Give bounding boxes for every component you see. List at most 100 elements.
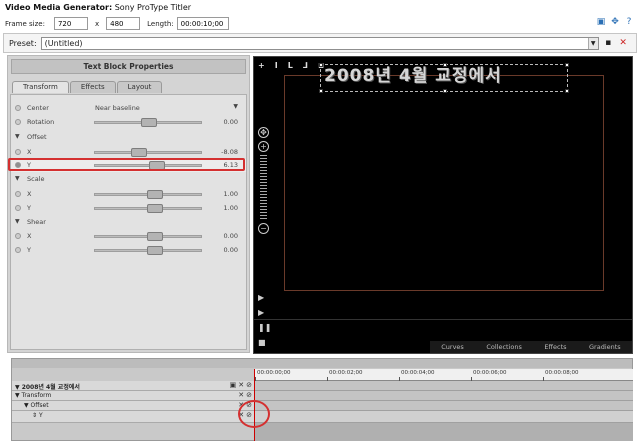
rotation-slider[interactable] <box>94 118 202 127</box>
help-icon[interactable]: ? <box>624 17 634 27</box>
scale-x-value[interactable]: 1.00 <box>224 190 238 198</box>
lane[interactable] <box>255 401 633 411</box>
offset-label: Offset <box>27 133 47 141</box>
text-selection-box[interactable] <box>319 63 569 93</box>
resize-handle[interactable] <box>319 63 323 67</box>
length-label: Length: <box>147 19 174 28</box>
zoom-slider[interactable] <box>260 155 267 220</box>
align-left-icon[interactable]: L <box>288 61 293 70</box>
tab-effects[interactable]: Effects <box>544 343 566 351</box>
preview-bottom-tabs: Curves Collections Effects Gradients <box>430 341 632 353</box>
layer-icon[interactable]: ▣ <box>230 381 237 389</box>
save-preset-icon[interactable]: ▪ <box>603 38 614 49</box>
lane[interactable] <box>255 411 633 423</box>
zoom-in-icon[interactable]: + <box>258 141 269 152</box>
offset-x-slider[interactable] <box>94 148 202 157</box>
scale-y-value[interactable]: 1.00 <box>224 204 238 212</box>
stop-icon[interactable]: ■ <box>258 335 271 350</box>
timeline-scrollbar[interactable] <box>12 359 632 368</box>
offset-x-value[interactable]: -8.08 <box>221 148 238 156</box>
rotation-value[interactable]: 0.00 <box>224 118 238 126</box>
slider-thumb[interactable] <box>147 232 163 241</box>
add-text-icon[interactable]: + <box>258 61 265 70</box>
tab-gradients[interactable]: Gradients <box>589 343 621 351</box>
shear-group[interactable]: ▼ Shear <box>11 216 246 229</box>
scale-y-label: Y <box>27 204 31 212</box>
scale-y-slider[interactable] <box>94 204 202 213</box>
align-right-icon[interactable]: ⅃ <box>303 61 308 70</box>
shear-y-slider[interactable] <box>94 246 202 255</box>
track-row-offset[interactable]: ▼ Offset ✕ ⊘ <box>12 401 255 411</box>
keyframe-toggle-icon[interactable] <box>15 247 21 253</box>
track-row-text[interactable]: ▼ 2008년 4월 교정에서 ▣ ✕ ⊘ <box>12 381 255 391</box>
keyframe-toggle-icon[interactable] <box>15 119 21 125</box>
disable-icon[interactable]: ⊘ <box>246 391 252 399</box>
window-title-rest: Sony ProType Titler <box>112 3 192 12</box>
move-icon[interactable]: ✥ <box>610 17 620 27</box>
scale-x-slider[interactable] <box>94 190 202 199</box>
expand-triangle-icon[interactable]: ▼ <box>15 218 20 225</box>
delete-preset-icon[interactable]: ✕ <box>618 38 629 49</box>
text-cursor-icon[interactable]: I <box>275 61 278 70</box>
pause-icon[interactable]: ❚❚ <box>258 320 271 335</box>
track-buttons: ✕ ⊘ <box>238 391 252 399</box>
tab-collections[interactable]: Collections <box>486 343 522 351</box>
slider-thumb[interactable] <box>147 190 163 199</box>
track-row-y[interactable]: ⇕ Y ✕ ⊘ <box>12 411 255 423</box>
keyframe-toggle-icon[interactable] <box>15 149 21 155</box>
expand-triangle-icon[interactable]: ▼ <box>15 133 20 140</box>
track-label: ▼ Transform <box>15 392 52 399</box>
shear-y-value[interactable]: 0.00 <box>224 246 238 254</box>
slider-thumb[interactable] <box>147 246 163 255</box>
expand-triangle-icon[interactable]: ▼ <box>15 175 20 182</box>
pan-icon[interactable]: ✥ <box>258 127 269 138</box>
chevron-down-icon[interactable]: ▼ <box>587 37 598 49</box>
play-from-start-icon[interactable]: ▶ <box>258 290 271 305</box>
resize-handle[interactable] <box>319 89 323 93</box>
offset-group[interactable]: ▼ Offset <box>11 131 246 144</box>
shear-x-value[interactable]: 0.00 <box>224 232 238 240</box>
close-icon[interactable]: ✕ <box>238 381 244 389</box>
frame-height-input[interactable] <box>106 17 141 30</box>
resize-handle[interactable] <box>443 63 447 67</box>
tab-transform[interactable]: Transform <box>12 81 69 93</box>
tab-curves[interactable]: Curves <box>441 343 464 351</box>
slider-thumb[interactable] <box>147 204 163 213</box>
disable-icon[interactable]: ⊘ <box>246 381 252 389</box>
preview-canvas[interactable]: + I L ⅃ ⊔ 2008년 4월 교정에서 ✥ + − ▶ ▶ ❚❚ ■ C… <box>253 56 633 354</box>
keyframe-toggle-icon[interactable] <box>15 233 21 239</box>
preset-select[interactable]: (Untitled) ▼ <box>40 36 599 50</box>
scale-group[interactable]: ▼ Scale <box>11 173 246 186</box>
resize-handle[interactable] <box>565 89 569 93</box>
keyframe-toggle-icon[interactable] <box>15 205 21 211</box>
keyframe-toggle-icon[interactable] <box>15 105 21 111</box>
track-row-transform[interactable]: ▼ Transform ✕ ⊘ <box>12 391 255 401</box>
preview-toolbar: + I L ⅃ ⊔ <box>258 61 324 70</box>
close-icon[interactable]: ✕ <box>238 391 244 399</box>
timeline-ruler[interactable]: 00:00:00;00 00:00:02;00 00:00:04;00 00:0… <box>255 369 633 381</box>
ruler-label: 00:00:06;00 <box>473 370 507 376</box>
frame-width-input[interactable] <box>53 17 88 30</box>
resize-handle[interactable] <box>565 63 569 67</box>
track-label: ▼ 2008년 4월 교정에서 <box>15 384 80 391</box>
length-input[interactable] <box>176 17 229 30</box>
offset-x-label: X <box>27 148 32 156</box>
keyframe-timeline: 00:00:00;00 00:00:02;00 00:00:04;00 00:0… <box>11 358 633 441</box>
tab-effects[interactable]: Effects <box>69 81 116 93</box>
resize-handle[interactable] <box>443 89 447 93</box>
chevron-down-icon[interactable]: ▼ <box>233 103 238 110</box>
lane[interactable] <box>255 391 633 401</box>
slider-thumb[interactable] <box>141 118 157 127</box>
center-dropdown[interactable]: Near baseline <box>95 104 140 112</box>
highlight-annotation <box>8 158 245 171</box>
page-icon[interactable]: ▣ <box>596 17 606 27</box>
center-label: Center <box>27 104 49 112</box>
keyframe-toggle-icon[interactable] <box>15 191 21 197</box>
shear-x-slider[interactable] <box>94 232 202 241</box>
lane[interactable] <box>255 381 633 391</box>
zoom-out-icon[interactable]: − <box>258 223 269 234</box>
slider-thumb[interactable] <box>131 148 147 157</box>
play-icon[interactable]: ▶ <box>258 305 271 320</box>
tab-layout[interactable]: Layout <box>116 81 163 93</box>
timeline-lanes[interactable] <box>255 381 633 441</box>
